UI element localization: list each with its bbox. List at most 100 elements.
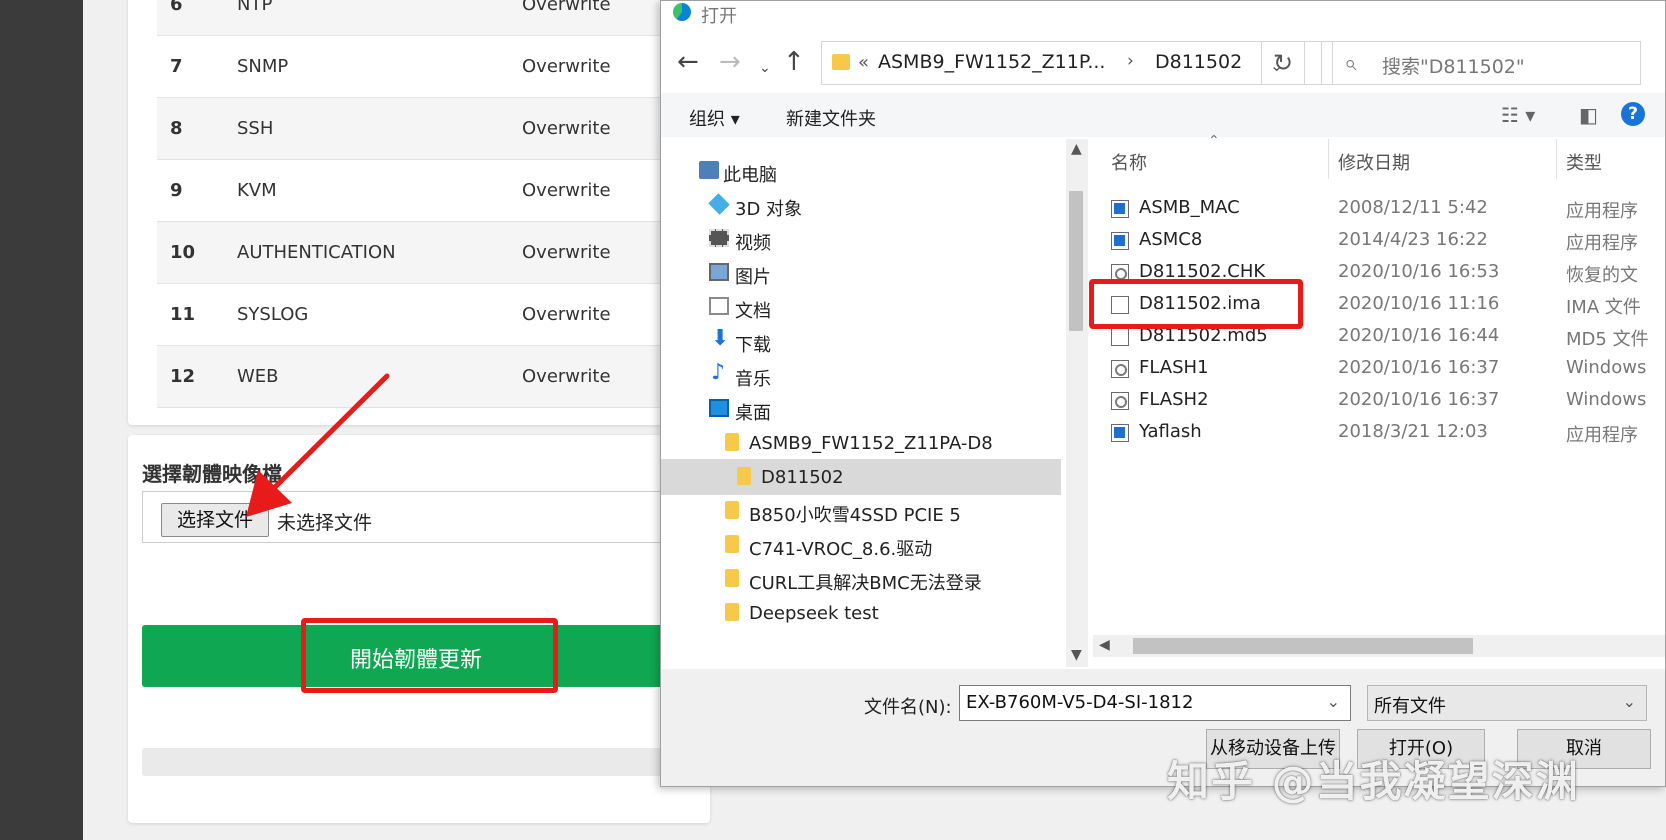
tree-item-folder-selected[interactable]: D811502: [661, 459, 1061, 495]
file-name: Yaflash: [1139, 421, 1202, 442]
pictures-icon: [709, 263, 729, 281]
edge-browser-icon: [673, 3, 691, 21]
tree-item-music[interactable]: ♪ 音乐: [661, 357, 1061, 393]
tree-item-downloads[interactable]: ⬇ 下载: [661, 323, 1061, 359]
documents-icon: [709, 297, 729, 315]
address-bar[interactable]: « ASMB9_FW1152_Z11P... › D811502 ⌄: [821, 41, 1333, 85]
column-header-date[interactable]: 修改日期: [1338, 149, 1410, 175]
desktop-icon: [709, 399, 729, 417]
tree-item-pictures[interactable]: 图片: [661, 255, 1061, 291]
highlight-box-ima-file: [1089, 279, 1303, 329]
folder-icon: [737, 467, 751, 485]
filename-value: EX-B760M-V5-D4-SI-1812: [966, 692, 1194, 713]
file-date: 2020/10/16 16:37: [1338, 389, 1500, 410]
tree-item-label: 音乐: [735, 369, 771, 390]
file-row[interactable]: ASMB_MAC 2008/12/11 5:42 应用程序: [1093, 193, 1665, 225]
navigation-bar: ← → ⌄ ↑ « ASMB9_FW1152_Z11P... › D811502…: [661, 39, 1665, 87]
recent-locations-chevron-icon[interactable]: ⌄: [759, 53, 771, 83]
tree-item-folder[interactable]: C741-VROC_8.6.驱动: [661, 527, 1061, 563]
watermark: 知乎 @当我凝望深渊: [1167, 757, 1580, 806]
video-icon: [709, 229, 729, 247]
chevron-down-icon[interactable]: ⌄: [1327, 692, 1340, 711]
scroll-down-icon[interactable]: ▼: [1071, 647, 1082, 663]
organize-menu[interactable]: 组织 ▾: [689, 105, 740, 131]
dialog-titlebar: 打开: [661, 1, 1665, 27]
tree-item-folder[interactable]: CURL工具解决BMC无法登录: [661, 561, 1061, 597]
tree-item-label: 图片: [735, 267, 771, 288]
refresh-icon[interactable]: ↻: [1261, 41, 1305, 85]
system-file-icon: [1111, 360, 1129, 378]
file-name: ASMB_MAC: [1139, 197, 1240, 218]
file-row[interactable]: FLASH1 2020/10/16 16:37 Windows: [1093, 353, 1665, 385]
file-type: Windows: [1566, 389, 1647, 410]
search-box[interactable]: ⌕ 搜索"D811502": [1321, 41, 1641, 85]
file-type: IMA 文件: [1566, 297, 1641, 318]
tree-item-label: Deepseek test: [749, 603, 879, 624]
file-name: ASMC8: [1139, 229, 1203, 250]
preview-pane-icon[interactable]: ◧: [1579, 103, 1598, 127]
navigation-tree: 此电脑 3D 对象 视频 图片 文档 ⬇ 下载 ♪ 音乐 桌面 ASMB9_FW…: [661, 139, 1066, 667]
scroll-left-icon[interactable]: ◀: [1099, 637, 1110, 653]
file-row[interactable]: Yaflash 2018/3/21 12:03 应用程序: [1093, 417, 1665, 449]
column-header-name[interactable]: 名称: [1111, 149, 1147, 175]
file-date: 2020/10/16 16:37: [1338, 357, 1500, 378]
file-date: 2014/4/23 16:22: [1338, 229, 1488, 250]
dialog-title: 打开: [701, 6, 737, 27]
tree-item-label: CURL工具解决BMC无法登录: [749, 573, 982, 594]
tree-item-label: D811502: [761, 467, 844, 488]
chevron-down-icon: ⌄: [1622, 692, 1636, 711]
search-placeholder: 搜索"D811502": [1382, 56, 1525, 78]
file-row[interactable]: ASMC8 2014/4/23 16:22 应用程序: [1093, 225, 1665, 257]
tree-item-folder[interactable]: Deepseek test: [661, 595, 1061, 631]
folder-icon: [725, 569, 739, 587]
file-row[interactable]: FLASH2 2020/10/16 16:37 Windows: [1093, 385, 1665, 417]
breadcrumb-parent[interactable]: ASMB9_FW1152_Z11P...: [878, 51, 1105, 73]
folder-icon: [725, 603, 739, 621]
view-options-icon[interactable]: ☷ ▾: [1501, 103, 1535, 127]
tree-item-label: B850小吹雪4SSD PCIE 5: [749, 505, 961, 526]
tree-item-label: 视频: [735, 233, 771, 254]
scroll-up-icon[interactable]: ▲: [1071, 141, 1082, 157]
tree-item-folder[interactable]: B850小吹雪4SSD PCIE 5: [661, 493, 1061, 529]
tree-item-this-pc[interactable]: 此电脑: [661, 153, 1061, 189]
column-divider[interactable]: [1328, 139, 1329, 179]
horizontal-scroll-thumb[interactable]: [1133, 638, 1473, 654]
column-header-type[interactable]: 类型: [1566, 149, 1602, 175]
new-folder-button[interactable]: 新建文件夹: [786, 105, 876, 131]
file-icon: [1111, 328, 1129, 346]
breadcrumb-separator[interactable]: ›: [1127, 51, 1134, 71]
up-arrow-icon[interactable]: ↑: [783, 47, 805, 77]
tree-item-folder[interactable]: ASMB9_FW1152_Z11PA-D8: [661, 425, 1061, 461]
folder-icon: [725, 535, 739, 553]
folder-icon: [725, 433, 739, 451]
filename-input[interactable]: EX-B760M-V5-D4-SI-1812 ⌄: [959, 685, 1351, 721]
file-type-value: 所有文件: [1374, 696, 1446, 717]
tree-item-desktop[interactable]: 桌面: [661, 391, 1061, 427]
file-date: 2020/10/16 16:53: [1338, 261, 1500, 282]
breadcrumb-current[interactable]: D811502: [1155, 51, 1242, 73]
file-type: MD5 文件: [1566, 329, 1649, 350]
computer-icon: [699, 161, 719, 179]
file-type: Windows: [1566, 357, 1647, 378]
tree-item-label: 文档: [735, 301, 771, 322]
application-icon: [1111, 232, 1129, 250]
tree-item-label: 此电脑: [723, 165, 777, 186]
file-date: 2020/10/16 16:44: [1338, 325, 1500, 346]
application-icon: [1111, 200, 1129, 218]
forward-arrow-icon[interactable]: →: [719, 47, 741, 77]
horizontal-scrollbar[interactable]: ◀: [1093, 635, 1665, 657]
file-date: 2020/10/16 11:16: [1338, 293, 1500, 314]
tree-item-documents[interactable]: 文档: [661, 289, 1061, 325]
tree-item-3d-objects[interactable]: 3D 对象: [661, 187, 1061, 223]
file-type-select[interactable]: 所有文件 ⌄: [1367, 685, 1647, 721]
3d-objects-icon: [708, 193, 730, 215]
back-arrow-icon[interactable]: ←: [677, 47, 699, 77]
column-divider[interactable]: [1556, 139, 1557, 179]
tree-scroll-thumb[interactable]: [1069, 191, 1083, 331]
help-icon[interactable]: ?: [1621, 102, 1645, 126]
tree-item-label: ASMB9_FW1152_Z11PA-D8: [749, 433, 993, 454]
tree-item-videos[interactable]: 视频: [661, 221, 1061, 257]
tree-item-label: 3D 对象: [735, 199, 803, 220]
file-name: FLASH1: [1139, 357, 1209, 378]
sort-ascending-icon: ⌃: [1208, 133, 1220, 149]
